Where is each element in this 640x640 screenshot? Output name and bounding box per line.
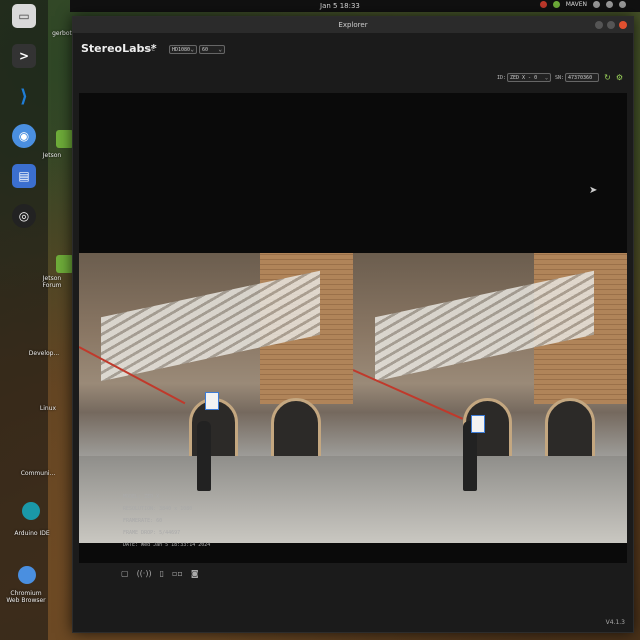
files-icon[interactable]: ▭ xyxy=(12,4,36,28)
desktop-label-jetson-forum: Jetson Forum xyxy=(42,275,62,289)
person xyxy=(196,420,211,491)
fps-select[interactable]: 60 ⌄ xyxy=(199,45,225,54)
snapshot-icon[interactable]: ◙ xyxy=(191,569,199,578)
volume-icon[interactable] xyxy=(606,1,613,8)
live-label: LIVE xyxy=(143,47,156,53)
chromium-desktop-icon[interactable] xyxy=(18,566,36,584)
stereo-icon[interactable]: ▫▫ xyxy=(172,569,183,578)
desktop-label-linux: Linux xyxy=(39,405,57,412)
window-titlebar[interactable]: Explorer xyxy=(73,17,633,33)
floor xyxy=(79,456,353,543)
notification-icon[interactable] xyxy=(539,1,547,8)
desktop-label-developer: Develop... xyxy=(28,350,60,357)
system-top-bar: Jan 5 18:33 MAVEN xyxy=(70,0,640,12)
desktop-label-community: Communi... xyxy=(20,470,56,477)
desktop-label-arduino: Arduino IDE xyxy=(14,530,50,537)
docs-icon[interactable]: ▤ xyxy=(12,164,36,188)
chromium-icon[interactable]: ◉ xyxy=(12,124,36,148)
system-tray: MAVEN xyxy=(539,1,626,8)
framerate-text: FRAMERATE: 60 xyxy=(123,518,163,524)
left-camera-image xyxy=(79,253,353,543)
tray-label: MAVEN xyxy=(565,1,587,8)
serial-number-label: SN: xyxy=(555,75,565,81)
desktop-label-gerbot: gerbot xyxy=(52,30,72,37)
model-text: MODEL: ZED X xyxy=(123,494,160,500)
right-camera-image xyxy=(353,253,627,543)
chevron-down-icon: ⌄ xyxy=(218,46,222,53)
power-icon[interactable] xyxy=(619,1,626,8)
clock[interactable]: Jan 5 18:33 xyxy=(320,2,360,10)
desktop-label-chromium: Chromium Web Browser xyxy=(6,590,46,604)
refresh-icon[interactable]: ↻ xyxy=(603,73,612,82)
minimize-button[interactable] xyxy=(595,21,603,29)
terminal-icon[interactable]: > xyxy=(12,44,36,68)
sign-board xyxy=(205,392,220,411)
app-header: StereoLabs* LIVE HD1080 ⌄ 60 ⌄ xyxy=(73,39,633,61)
barrier-rope xyxy=(353,369,464,420)
camera-id-select[interactable]: ZED X - 0 ⌄ xyxy=(507,73,551,82)
application-dock: ▭ > ⟩ ◉ ▤ ◎ xyxy=(0,0,48,640)
maximize-button[interactable] xyxy=(607,21,615,29)
chevron-down-icon: ⌄ xyxy=(544,74,548,81)
resolution-select[interactable]: HD1080 ⌄ xyxy=(169,45,197,54)
resolution-text: RESOLUTION: 3840 x 1080 xyxy=(123,506,193,512)
obs-icon[interactable]: ◎ xyxy=(12,204,36,228)
vscode-icon[interactable]: ⟩ xyxy=(12,84,36,108)
camera-info-panel: MODEL: ZED X RESOLUTION: 3840 x 1080 FRA… xyxy=(123,491,210,551)
arduino-icon[interactable] xyxy=(22,502,40,520)
settings-gear-icon[interactable]: ⚙ xyxy=(615,73,624,82)
folder-icon[interactable]: ▢ xyxy=(121,569,129,578)
nvidia-icon[interactable] xyxy=(552,1,560,8)
fps-value: 60 xyxy=(202,46,209,53)
version-label: V4.1.3 xyxy=(605,619,625,626)
chevron-down-icon: ⌄ xyxy=(190,46,194,53)
record-icon[interactable]: ((·)) xyxy=(137,569,152,578)
camera-id-label: ID: xyxy=(497,75,507,81)
camera-id-value: ZED X - 0 xyxy=(510,74,538,81)
window-title: Explorer xyxy=(338,21,368,29)
close-button[interactable] xyxy=(619,21,627,29)
date-text: DATE: Wed Jan 5 18:33:14 2024 xyxy=(123,542,211,548)
serial-number-value: 47370360 xyxy=(568,74,593,81)
bottom-toolbar: ▢ ((·)) ▯ ▫▫ ◙ xyxy=(121,569,199,578)
network-icon[interactable] xyxy=(593,1,600,8)
floor xyxy=(353,456,627,543)
serial-number-field[interactable]: 47370360 xyxy=(565,73,599,82)
explorer-window: Explorer StereoLabs* LIVE HD1080 ⌄ 60 ⌄ … xyxy=(72,16,634,633)
frame-drop-text: FRAME DROP: 5/44697 xyxy=(123,530,181,536)
sign-board xyxy=(470,415,485,434)
resolution-value: HD1080 xyxy=(172,46,191,53)
svo-icon[interactable]: ▯ xyxy=(160,569,164,578)
desktop-label-jetson: Jetson xyxy=(42,152,62,159)
mouse-cursor-icon: ➤ xyxy=(589,185,598,196)
